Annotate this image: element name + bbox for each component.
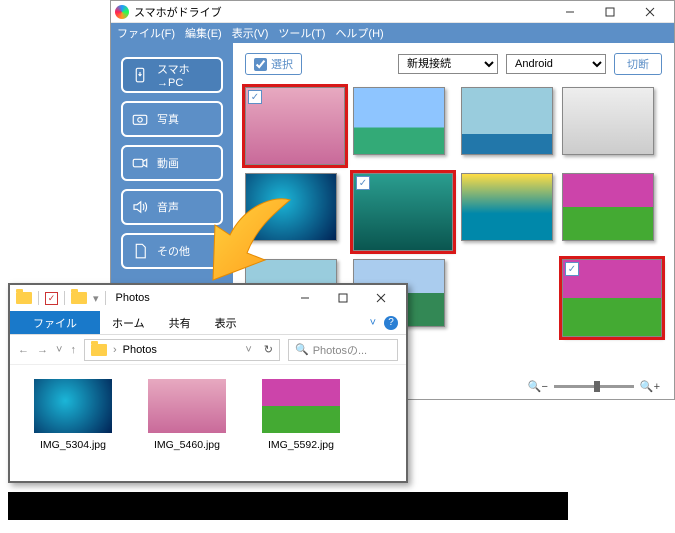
nav-transfer[interactable]: スマホ→PC: [121, 57, 223, 93]
thumbnail[interactable]: [562, 87, 654, 155]
ribbon-tab-view[interactable]: 表示: [203, 311, 249, 334]
thumbnail[interactable]: [461, 173, 553, 241]
explorer-titlebar: ✓ ▾ Photos: [10, 285, 406, 311]
select-label: 選択: [271, 56, 293, 72]
file-name: IMG_5592.jpg: [268, 439, 334, 451]
thumbnail[interactable]: [461, 87, 553, 155]
nav-label: 動画: [157, 155, 179, 171]
ribbon: ファイル ホーム 共有 表示 ˅?: [10, 311, 406, 335]
path-text: Photos: [123, 344, 157, 356]
nav-audio[interactable]: 音声: [121, 189, 223, 225]
search-input[interactable]: 🔍 Photosの...: [288, 339, 398, 361]
search-placeholder: Photosの...: [313, 342, 367, 358]
refresh-button[interactable]: ↻: [264, 343, 273, 356]
explorer-window: ✓ ▾ Photos ファイル ホーム 共有 表示 ˅? ← → ˅ ↑ › P…: [8, 283, 408, 483]
check-icon: ✓: [356, 176, 370, 190]
footer-bar: [8, 492, 568, 520]
minimize-button[interactable]: [550, 1, 590, 23]
check-icon: ✓: [248, 90, 262, 104]
nav-other[interactable]: その他: [121, 233, 223, 269]
maximize-button[interactable]: [590, 1, 630, 23]
path-field[interactable]: › Photos ˅ ↻: [84, 339, 280, 361]
file-list: IMG_5304.jpg IMG_5460.jpg IMG_5592.jpg: [10, 365, 406, 465]
back-button[interactable]: ←: [18, 344, 29, 356]
file-thumbnail: [34, 379, 112, 433]
nav-label: 音声: [157, 199, 179, 215]
close-button[interactable]: [362, 285, 400, 311]
file-thumbnail: [148, 379, 226, 433]
document-icon: [131, 242, 149, 260]
nav-label: その他: [157, 243, 190, 259]
platform-select[interactable]: Android: [506, 54, 606, 74]
connection-select[interactable]: 新規接続: [398, 54, 498, 74]
phone-download-icon: [131, 66, 149, 84]
menu-edit[interactable]: 編集(E): [185, 25, 222, 41]
zoom-in-icon[interactable]: 🔍+: [640, 380, 660, 393]
chevron-down-icon[interactable]: ˅: [245, 344, 251, 356]
titlebar: スマホがドライブ: [111, 1, 674, 23]
thumbnail[interactable]: [353, 87, 445, 155]
folder-icon: [16, 292, 32, 304]
nav-photo[interactable]: 写真: [121, 101, 223, 137]
thumbnail[interactable]: [245, 173, 337, 241]
file-thumbnail: [262, 379, 340, 433]
file-item[interactable]: IMG_5460.jpg: [142, 379, 232, 451]
folder-icon: [91, 344, 107, 356]
forward-button[interactable]: →: [37, 344, 48, 356]
menu-file[interactable]: ファイル(F): [117, 25, 175, 41]
menu-help[interactable]: ヘルプ(H): [335, 25, 383, 41]
camera-icon: [131, 110, 149, 128]
ribbon-tab-file[interactable]: ファイル: [10, 311, 100, 334]
ribbon-tab-home[interactable]: ホーム: [100, 311, 157, 334]
thumbnail[interactable]: [562, 173, 654, 241]
nav-label: スマホ→PC: [157, 61, 213, 89]
up-button[interactable]: ↑: [70, 344, 76, 356]
minimize-button[interactable]: [286, 285, 324, 311]
file-name: IMG_5304.jpg: [40, 439, 106, 451]
thumbnail[interactable]: ✓: [562, 259, 662, 337]
close-button[interactable]: [630, 1, 670, 23]
thumbnail[interactable]: ✓: [245, 87, 345, 165]
app-title: スマホがドライブ: [134, 4, 550, 20]
disconnect-button[interactable]: 切断: [614, 53, 662, 75]
menu-view[interactable]: 表示(V): [232, 25, 269, 41]
app-icon: [115, 5, 129, 19]
folder-icon: [71, 292, 87, 304]
explorer-title: Photos: [116, 292, 280, 304]
search-icon: 🔍: [295, 343, 309, 356]
toolbar: 選択 新規接続 Android 切断: [245, 53, 662, 75]
video-icon: [131, 154, 149, 172]
menubar: ファイル(F) 編集(E) 表示(V) ツール(T) ヘルプ(H): [111, 23, 674, 43]
chevron-down-icon[interactable]: ˅: [370, 317, 376, 329]
zoom-slider[interactable]: 🔍− 🔍+: [528, 380, 660, 393]
file-item[interactable]: IMG_5592.jpg: [256, 379, 346, 451]
zoom-out-icon[interactable]: 🔍−: [528, 380, 548, 393]
menu-tool[interactable]: ツール(T): [278, 25, 325, 41]
thumbnail[interactable]: ✓: [353, 173, 453, 251]
nav-label: 写真: [157, 111, 179, 127]
check-icon: ✓: [45, 292, 58, 305]
file-name: IMG_5460.jpg: [154, 439, 220, 451]
check-icon: ✓: [565, 262, 579, 276]
select-all-checkbox[interactable]: 選択: [245, 53, 302, 75]
nav-video[interactable]: 動画: [121, 145, 223, 181]
maximize-button[interactable]: [324, 285, 362, 311]
file-item[interactable]: IMG_5304.jpg: [28, 379, 118, 451]
ribbon-tab-share[interactable]: 共有: [157, 311, 203, 334]
address-bar: ← → ˅ ↑ › Photos ˅ ↻ 🔍 Photosの...: [10, 335, 406, 365]
help-icon[interactable]: ?: [384, 316, 398, 330]
speaker-icon: [131, 198, 149, 216]
chevron-down-icon[interactable]: ˅: [56, 344, 62, 356]
